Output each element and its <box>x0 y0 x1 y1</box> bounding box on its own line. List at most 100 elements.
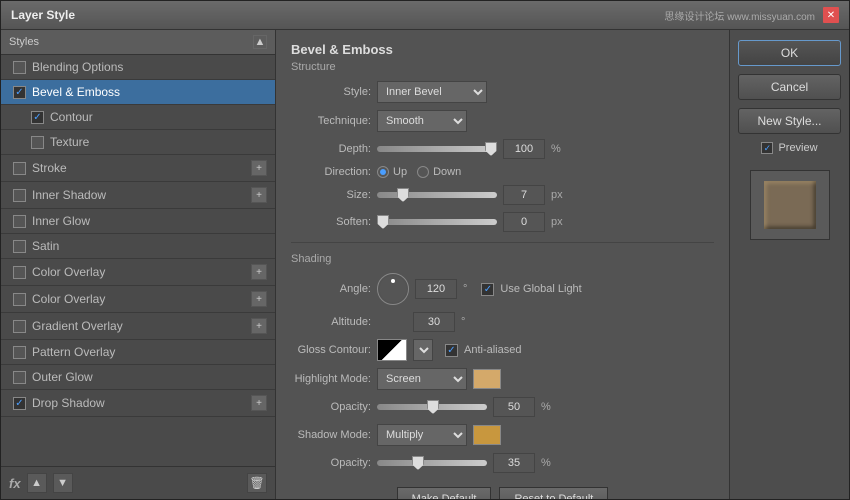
altitude-input[interactable] <box>413 312 455 332</box>
drop-shadow-plus-button[interactable]: + <box>251 395 267 411</box>
size-row: Size: px <box>291 185 714 205</box>
shadow-opacity-slider[interactable] <box>377 460 487 466</box>
layer-item-satin[interactable]: Satin <box>1 234 275 259</box>
size-input[interactable] <box>503 185 545 205</box>
highlight-opacity-input[interactable] <box>493 397 535 417</box>
soften-input[interactable] <box>503 212 545 232</box>
bevel-emboss-title: Bevel & Emboss <box>291 42 714 57</box>
gradient-overlay-plus-button[interactable]: + <box>251 318 267 334</box>
highlight-opacity-slider[interactable] <box>377 404 487 410</box>
move-down-button[interactable]: ▼ <box>53 473 73 493</box>
gloss-contour-row: Gloss Contour: Anti-aliased <box>291 339 714 361</box>
shadow-opacity-input[interactable] <box>493 453 535 473</box>
texture-checkbox[interactable] <box>31 136 44 149</box>
direction-down-option[interactable]: Down <box>417 166 461 178</box>
anti-aliased-checkbox[interactable] <box>445 344 458 357</box>
cancel-button[interactable]: Cancel <box>738 74 841 100</box>
shadow-mode-label: Shadow Mode: <box>291 429 371 441</box>
angle-dial[interactable] <box>377 273 409 305</box>
layer-item-drop-shadow[interactable]: Drop Shadow + <box>1 390 275 417</box>
shadow-mode-row: Shadow Mode: Multiply Screen Normal <box>291 424 714 446</box>
layer-item-blending[interactable]: Blending Options <box>1 55 275 80</box>
color-overlay-2-checkbox[interactable] <box>13 293 26 306</box>
use-global-light-checkbox[interactable] <box>481 283 494 296</box>
inner-shadow-checkbox[interactable] <box>13 189 26 202</box>
layer-item-inner-shadow[interactable]: Inner Shadow + <box>1 182 275 209</box>
ok-button[interactable]: OK <box>738 40 841 66</box>
highlight-opacity-unit: % <box>541 401 551 413</box>
layer-item-texture[interactable]: Texture <box>1 130 275 155</box>
stroke-plus-button[interactable]: + <box>251 160 267 176</box>
shadow-opacity-label: Opacity: <box>291 457 371 469</box>
shadow-mode-select[interactable]: Multiply Screen Normal <box>377 424 467 446</box>
direction-label: Direction: <box>291 166 371 178</box>
preview-label-row: ✓ Preview <box>738 142 841 154</box>
content-area: Styles ▲ Blending Options Bevel & Emboss… <box>1 30 849 499</box>
layer-item-color-overlay-2[interactable]: Color Overlay + <box>1 286 275 313</box>
direction-up-radio[interactable] <box>377 166 389 178</box>
pattern-overlay-checkbox[interactable] <box>13 346 26 359</box>
depth-row: Depth: % <box>291 139 714 159</box>
satin-label: Satin <box>32 239 59 253</box>
gloss-contour-preview[interactable] <box>377 339 407 361</box>
make-default-button[interactable]: Make Default <box>397 487 492 499</box>
depth-unit: % <box>551 143 561 155</box>
blending-checkbox[interactable] <box>13 61 26 74</box>
layer-item-stroke[interactable]: Stroke + <box>1 155 275 182</box>
layer-item-outer-glow[interactable]: Outer Glow <box>1 365 275 390</box>
highlight-mode-label: Highlight Mode: <box>291 373 371 385</box>
layer-item-color-overlay-1[interactable]: Color Overlay + <box>1 259 275 286</box>
close-button[interactable]: ✕ <box>823 7 839 23</box>
color-overlay-2-plus-button[interactable]: + <box>251 291 267 307</box>
direction-down-radio[interactable] <box>417 166 429 178</box>
direction-up-option[interactable]: Up <box>377 166 407 178</box>
highlight-color-swatch[interactable] <box>473 369 501 389</box>
preview-checkbox[interactable]: ✓ <box>761 142 773 154</box>
bevel-checkbox[interactable] <box>13 86 26 99</box>
reset-to-default-button[interactable]: Reset to Default <box>499 487 608 499</box>
color-overlay-1-plus-button[interactable]: + <box>251 264 267 280</box>
inner-glow-checkbox[interactable] <box>13 215 26 228</box>
new-style-button[interactable]: New Style... <box>738 108 841 134</box>
angle-row: Angle: ° Use Global Light <box>291 273 714 305</box>
anti-aliased-label: Anti-aliased <box>464 344 521 356</box>
texture-label: Texture <box>50 135 89 149</box>
depth-input[interactable] <box>503 139 545 159</box>
stroke-checkbox[interactable] <box>13 162 26 175</box>
technique-select[interactable]: Smooth Chisel Hard Chisel Soft <box>377 110 467 132</box>
outer-glow-checkbox[interactable] <box>13 371 26 384</box>
size-slider[interactable] <box>377 192 497 198</box>
pattern-overlay-label: Pattern Overlay <box>32 345 115 359</box>
gloss-contour-select[interactable] <box>413 339 433 361</box>
altitude-unit: ° <box>461 316 465 328</box>
left-panel: Styles ▲ Blending Options Bevel & Emboss… <box>1 30 276 499</box>
size-label: Size: <box>291 189 371 201</box>
direction-up-label: Up <box>393 166 407 178</box>
depth-slider[interactable] <box>377 146 497 152</box>
drop-shadow-checkbox[interactable] <box>13 397 26 410</box>
size-unit: px <box>551 189 563 201</box>
delete-button[interactable]: 🗑 <box>247 473 267 493</box>
style-select[interactable]: Inner Bevel Outer Bevel Emboss <box>377 81 487 103</box>
highlight-mode-select[interactable]: Screen Normal Multiply <box>377 368 467 390</box>
layer-item-gradient-overlay[interactable]: Gradient Overlay + <box>1 313 275 340</box>
shading-label: Shading <box>291 253 714 265</box>
soften-slider[interactable] <box>377 219 497 225</box>
layer-item-contour[interactable]: Contour <box>1 105 275 130</box>
shadow-opacity-unit: % <box>541 457 551 469</box>
shadow-color-swatch[interactable] <box>473 425 501 445</box>
inner-shadow-plus-button[interactable]: + <box>251 187 267 203</box>
style-row: Style: Inner Bevel Outer Bevel Emboss <box>291 81 714 103</box>
layer-item-pattern-overlay[interactable]: Pattern Overlay <box>1 340 275 365</box>
direction-row: Direction: Up Down <box>291 166 714 178</box>
layer-item-bevel[interactable]: Bevel & Emboss <box>1 80 275 105</box>
angle-input[interactable] <box>415 279 457 299</box>
layer-item-inner-glow[interactable]: Inner Glow <box>1 209 275 234</box>
contour-checkbox[interactable] <box>31 111 44 124</box>
move-up-button[interactable]: ▲ <box>27 473 47 493</box>
gradient-overlay-checkbox[interactable] <box>13 320 26 333</box>
satin-checkbox[interactable] <box>13 240 26 253</box>
scroll-up-icon[interactable]: ▲ <box>253 35 267 49</box>
preview-inner-shape <box>764 181 816 229</box>
color-overlay-1-checkbox[interactable] <box>13 266 26 279</box>
